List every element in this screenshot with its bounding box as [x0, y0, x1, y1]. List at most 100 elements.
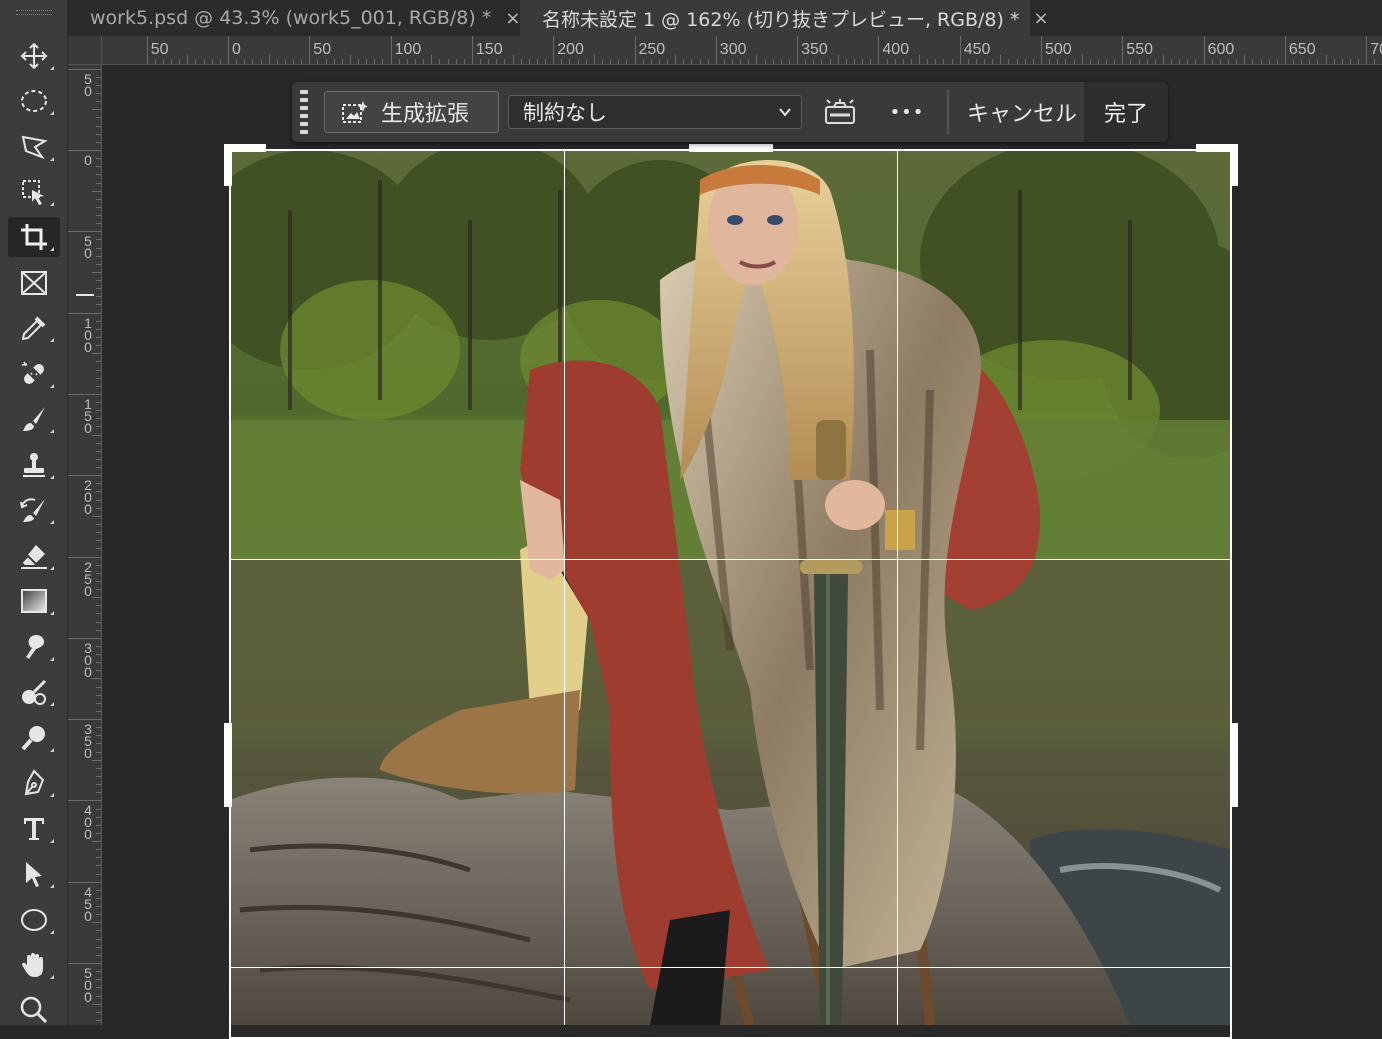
- ruler-minor-tick: [203, 59, 205, 64]
- ruler-minor-tick: [1138, 59, 1140, 64]
- ruler-minor-tick: [1073, 59, 1075, 64]
- ruler-major-tick: [68, 475, 101, 477]
- ruler-minor-tick: [96, 336, 101, 338]
- ellipse-tool[interactable]: [8, 900, 60, 940]
- ruler-minor-tick: [96, 906, 101, 908]
- straighten-button[interactable]: [822, 96, 858, 128]
- canvas-image[interactable]: [230, 150, 1231, 1025]
- crop-grid-line: [230, 967, 1231, 968]
- type-tool[interactable]: [8, 809, 60, 849]
- spot-healing-tool[interactable]: [8, 354, 60, 394]
- brush-icon: [23, 407, 45, 431]
- eraser-tool[interactable]: [8, 536, 60, 576]
- generative-expand-button[interactable]: 生成拡張: [324, 91, 499, 133]
- ruler-minor-tick: [358, 59, 360, 64]
- pen-tool[interactable]: [8, 763, 60, 803]
- ruler-minor-tick: [96, 849, 101, 851]
- ruler-minor-tick: [1236, 59, 1238, 64]
- ruler-minor-tick: [431, 55, 433, 64]
- move-tool[interactable]: [8, 36, 60, 76]
- toolbar-grip[interactable]: [16, 10, 52, 15]
- object-selection-tool[interactable]: [8, 172, 60, 212]
- tools-panel: [0, 0, 68, 1025]
- aspect-ratio-select[interactable]: 制約なし: [508, 95, 802, 129]
- zoom-tool[interactable]: [8, 990, 60, 1030]
- ruler-label: 500: [84, 965, 92, 1005]
- smudge-tool[interactable]: [8, 627, 60, 667]
- ruler-minor-tick: [244, 59, 246, 64]
- ruler-minor-tick: [732, 59, 734, 64]
- crop-grid-line: [564, 150, 565, 1025]
- ruler-minor-tick: [488, 59, 490, 64]
- ruler-minor-tick: [341, 59, 343, 64]
- frame-tool[interactable]: [8, 263, 60, 303]
- ruler-major-tick: [471, 36, 473, 64]
- eyedropper-tool[interactable]: [8, 308, 60, 348]
- ruler-minor-tick: [96, 735, 101, 737]
- done-button[interactable]: 完了: [1084, 82, 1168, 142]
- ruler-minor-tick: [748, 59, 750, 64]
- brush-tool[interactable]: [8, 399, 60, 439]
- ruler-minor-tick: [1276, 59, 1278, 64]
- ruler-minor-tick: [96, 865, 101, 867]
- path-selection-tool[interactable]: [8, 854, 60, 894]
- clone-stamp-tool[interactable]: [8, 445, 60, 485]
- ruler-minor-tick: [1301, 59, 1303, 64]
- ruler-minor-tick: [154, 59, 156, 64]
- ruler-minor-tick: [96, 125, 101, 127]
- ruler-minor-tick: [601, 59, 603, 64]
- dodge-tool[interactable]: [8, 672, 60, 712]
- smudge-icon: [26, 634, 45, 659]
- ruler-minor-tick: [1154, 59, 1156, 64]
- ruler-minor-tick: [96, 670, 101, 672]
- ruler-minor-tick: [96, 987, 101, 989]
- close-icon[interactable]: ×: [505, 8, 520, 29]
- ruler-minor-tick: [187, 55, 189, 64]
- close-icon[interactable]: ×: [1033, 8, 1048, 29]
- taskbar-drag-handle[interactable]: [300, 90, 308, 134]
- ruler-minor-tick: [96, 808, 101, 810]
- gradient-tool[interactable]: [8, 581, 60, 621]
- ruler-minor-tick: [894, 59, 896, 64]
- lasso-tool[interactable]: [8, 127, 60, 167]
- history-brush-tool[interactable]: [8, 490, 60, 530]
- crop-handle-right[interactable]: [1230, 723, 1238, 807]
- ruler-minor-tick: [610, 59, 612, 64]
- bandage-icon: [21, 361, 44, 384]
- crop-handle-left[interactable]: [224, 723, 232, 807]
- camera-level-icon: [825, 99, 855, 124]
- ruler-minor-tick: [96, 751, 101, 753]
- tab-work5[interactable]: work5.psd @ 43.3% (work5_001, RGB/8) * ×: [68, 0, 520, 36]
- ruler-minor-tick: [92, 353, 101, 355]
- ruler-minor-tick: [829, 59, 831, 64]
- crop-handle-top[interactable]: [689, 144, 773, 152]
- ruler-minor-tick: [1195, 59, 1197, 64]
- ruler-minor-tick: [96, 483, 101, 485]
- ruler-label: 250: [84, 558, 92, 599]
- move-icon: [20, 42, 48, 70]
- ruler-origin[interactable]: [68, 36, 102, 65]
- vertical-ruler[interactable]: 50 0 50 100 150 200 250 300 350 400 450 500: [68, 65, 102, 1025]
- elliptical-marquee-tool[interactable]: [8, 81, 60, 121]
- ruler-major-tick: [1284, 36, 1286, 64]
- ruler-label: 250: [638, 41, 666, 58]
- more-options-button[interactable]: •••: [889, 96, 925, 128]
- ruler-major-tick: [1122, 36, 1124, 64]
- ruler-minor-tick: [1244, 55, 1246, 64]
- ruler-minor-tick: [96, 694, 101, 696]
- ruler-minor-tick: [96, 784, 101, 786]
- hand-tool[interactable]: [8, 945, 60, 985]
- ruler-minor-tick: [317, 59, 319, 64]
- crop-handle-top-right[interactable]: [1230, 144, 1238, 186]
- ruler-minor-tick: [1309, 59, 1311, 64]
- ruler-minor-tick: [96, 507, 101, 509]
- crop-handle-top-left[interactable]: [224, 144, 232, 186]
- cancel-button[interactable]: キャンセル: [960, 82, 1084, 142]
- ruler-minor-tick: [927, 59, 929, 64]
- zoom-lens-tool[interactable]: [8, 718, 60, 758]
- ruler-minor-tick: [585, 59, 587, 64]
- tab-untitled-1[interactable]: 名称未設定 1 @ 162% (切り抜きプレビュー, RGB/8) * ×: [520, 0, 1049, 36]
- crop-tool[interactable]: [8, 217, 60, 257]
- ruler-minor-tick: [1325, 55, 1327, 64]
- horizontal-ruler[interactable]: 50 0 50 100 150 200 250 300 350 400 450 500 550 600 65…: [68, 36, 1382, 65]
